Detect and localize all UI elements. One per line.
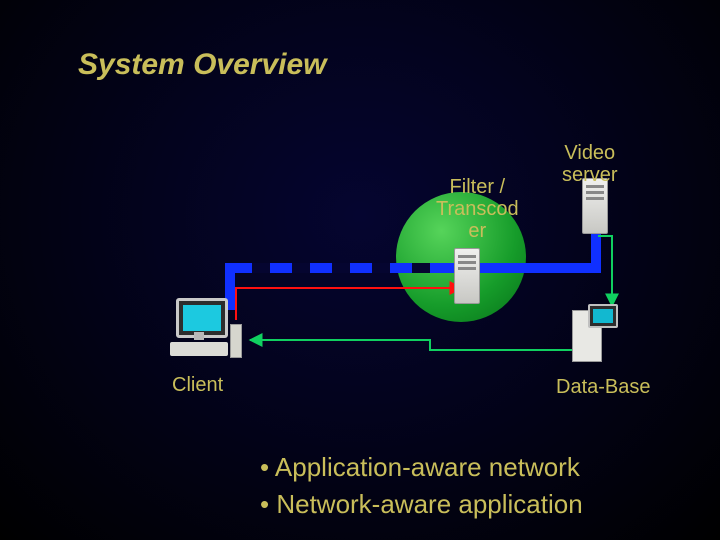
server-icon [454, 248, 480, 304]
client-label: Client [172, 374, 223, 397]
filter-label: Filter /Transcoder [436, 176, 519, 242]
bullet-list: Application-aware network Network-aware … [220, 446, 583, 526]
slide-title: System Overview [78, 48, 326, 82]
workstation-icon [572, 304, 616, 364]
database-label: Data-Base [556, 376, 651, 399]
bullet-item: Network-aware application [260, 489, 583, 520]
server-icon [582, 178, 608, 234]
slide: System Overview Filte [0, 0, 720, 540]
video-label: Videoserver [562, 142, 618, 186]
bullet-item: Application-aware network [260, 452, 583, 483]
desktop-computer-icon [170, 298, 240, 362]
